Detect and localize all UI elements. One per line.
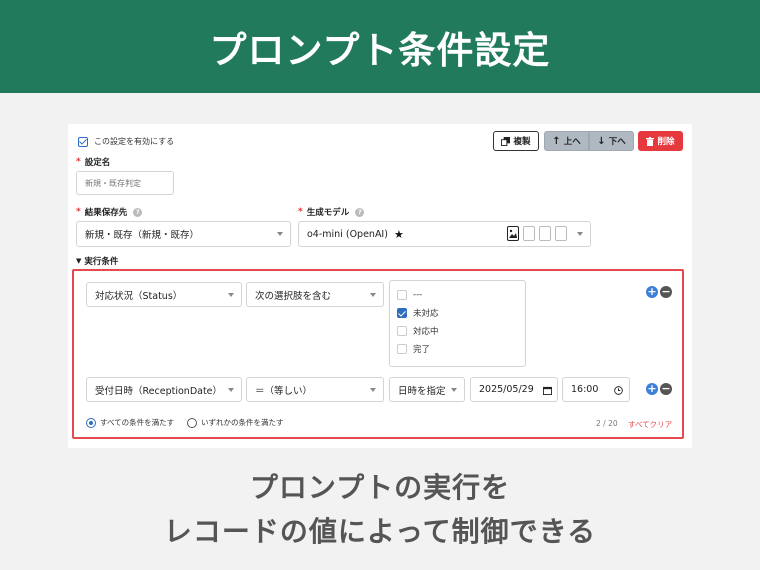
option-label: 未対応 xyxy=(413,309,439,319)
condition-operator-select[interactable]: 次の選択肢を含む xyxy=(246,282,384,307)
copy-icon xyxy=(501,136,511,146)
chevron-down-icon xyxy=(577,232,583,236)
condition-operator-value: 次の選択肢を含む xyxy=(255,290,332,302)
setting-name-input[interactable] xyxy=(76,171,174,195)
delete-label: 削除 xyxy=(657,137,675,147)
option-item[interactable]: 未対応 xyxy=(397,304,518,322)
settings-card: この設定を有効にする 複製 ↑ 上へ ↓ 下へ 削除 * 設定名 * 結果保存先… xyxy=(68,124,692,448)
condition-count: 2 / 20 xyxy=(596,419,618,428)
document-file-icon xyxy=(523,226,535,241)
chevron-down-icon xyxy=(370,388,376,392)
option-label: 完了 xyxy=(413,345,431,355)
condition-field-value: 対応状況（Status） xyxy=(95,290,183,302)
enable-checkbox[interactable] xyxy=(78,136,88,147)
copy-button[interactable]: 複製 xyxy=(493,131,539,151)
time-value: 16:00 xyxy=(571,384,599,395)
capability-icons xyxy=(507,226,567,241)
setting-name-label-row: * 設定名 xyxy=(76,156,110,168)
required-mark: * xyxy=(76,207,81,217)
chevron-down-icon xyxy=(228,388,234,392)
option-checkbox[interactable] xyxy=(397,326,407,336)
conditions-section-label: 実行条件 xyxy=(84,257,119,267)
condition-options-list: --- 未対応 対応中 完了 xyxy=(389,280,526,367)
conditions-panel: 対応状況（Status） 次の選択肢を含む --- 未対応 対応中 完了 + −… xyxy=(72,269,684,439)
required-mark: * xyxy=(76,157,81,167)
move-down-button[interactable]: ↓ 下へ xyxy=(589,131,634,151)
conditions-toggle[interactable]: ▼ 実行条件 xyxy=(76,255,118,267)
chevron-down-icon xyxy=(228,293,234,297)
model-label-row: * 生成モデル ? xyxy=(298,206,365,218)
model-value: o4-mini (OpenAI) xyxy=(307,228,388,240)
delete-button[interactable]: 削除 xyxy=(638,131,683,151)
result-destination-label: 結果保存先 xyxy=(84,208,128,218)
help-icon[interactable]: ? xyxy=(355,207,365,217)
match-any-option[interactable]: いずれかの条件を満たす xyxy=(187,417,284,428)
trash-icon xyxy=(646,136,655,146)
enable-setting-row[interactable]: この設定を有効にする xyxy=(78,136,174,147)
image-file-icon xyxy=(507,226,519,241)
condition-field-value: 受付日時（ReceptionDate） xyxy=(95,385,223,397)
condition-field-select[interactable]: 受付日時（ReceptionDate） xyxy=(86,377,242,402)
caption-line-1: プロンプトの実行を xyxy=(249,471,511,504)
enable-label: この設定を有効にする xyxy=(94,137,175,146)
add-condition-button[interactable]: + xyxy=(646,286,658,298)
spreadsheet-file-icon xyxy=(539,226,551,241)
match-all-radio[interactable] xyxy=(86,417,96,428)
up-label: 上へ xyxy=(563,137,581,147)
copy-label: 複製 xyxy=(513,137,531,147)
option-checkbox[interactable] xyxy=(397,290,407,300)
chevron-down-icon xyxy=(451,388,457,392)
option-item[interactable]: 対応中 xyxy=(397,322,518,340)
calendar-icon[interactable] xyxy=(543,386,552,395)
arrow-up-icon: ↑ xyxy=(552,135,561,147)
condition-operator-value: ＝（等しい） xyxy=(255,385,313,397)
date-mode-value: 日時を指定 xyxy=(398,385,446,397)
setting-name-label: 設定名 xyxy=(84,158,111,168)
date-mode-select[interactable]: 日時を指定 xyxy=(389,377,465,402)
required-mark: * xyxy=(298,207,303,217)
option-item[interactable]: 完了 xyxy=(397,340,518,358)
condition-operator-select[interactable]: ＝（等しい） xyxy=(246,377,384,402)
result-destination-label-row: * 結果保存先 ? xyxy=(76,206,143,218)
chevron-down-icon xyxy=(370,293,376,297)
remove-condition-button[interactable]: − xyxy=(660,286,672,298)
option-label: 対応中 xyxy=(413,327,439,337)
clock-icon[interactable] xyxy=(614,386,623,395)
option-item[interactable]: --- xyxy=(397,286,518,304)
match-all-label: すべての条件を満たす xyxy=(100,418,175,427)
date-value: 2025/05/29 xyxy=(479,384,534,395)
match-any-label: いずれかの条件を満たす xyxy=(201,418,284,427)
match-any-radio[interactable] xyxy=(187,417,197,428)
caret-down-icon: ▼ xyxy=(76,257,82,265)
banner-title: プロンプト条件設定 xyxy=(209,28,551,72)
chevron-down-icon xyxy=(277,232,283,236)
time-input[interactable]: 16:00 xyxy=(562,377,630,402)
remove-condition-button[interactable]: − xyxy=(660,383,672,395)
date-input[interactable]: 2025/05/29 xyxy=(470,377,558,402)
add-condition-button[interactable]: + xyxy=(646,383,658,395)
header-banner: プロンプト条件設定 xyxy=(0,0,760,93)
text-file-icon xyxy=(555,226,567,241)
option-checkbox[interactable] xyxy=(397,344,407,354)
result-destination-value: 新規・既存（新規・既存） xyxy=(85,230,200,241)
star-icon: ★ xyxy=(393,227,404,241)
match-all-option[interactable]: すべての条件を満たす xyxy=(86,417,174,428)
model-label: 生成モデル xyxy=(306,208,350,218)
down-label: 下へ xyxy=(608,137,626,147)
caption-line-2: レコードの値によって制御できる xyxy=(163,515,597,548)
result-destination-select[interactable]: 新規・既存（新規・既存） xyxy=(76,221,291,247)
condition-field-select[interactable]: 対応状況（Status） xyxy=(86,282,242,307)
help-icon[interactable]: ? xyxy=(133,207,143,217)
option-label: --- xyxy=(413,290,423,300)
model-select[interactable]: o4-mini (OpenAI) ★ xyxy=(298,221,591,247)
option-checkbox[interactable] xyxy=(397,308,407,318)
move-up-button[interactable]: ↑ 上へ xyxy=(544,131,589,151)
clear-all-link[interactable]: すべてクリア xyxy=(628,419,672,430)
arrow-down-icon: ↓ xyxy=(597,135,606,147)
